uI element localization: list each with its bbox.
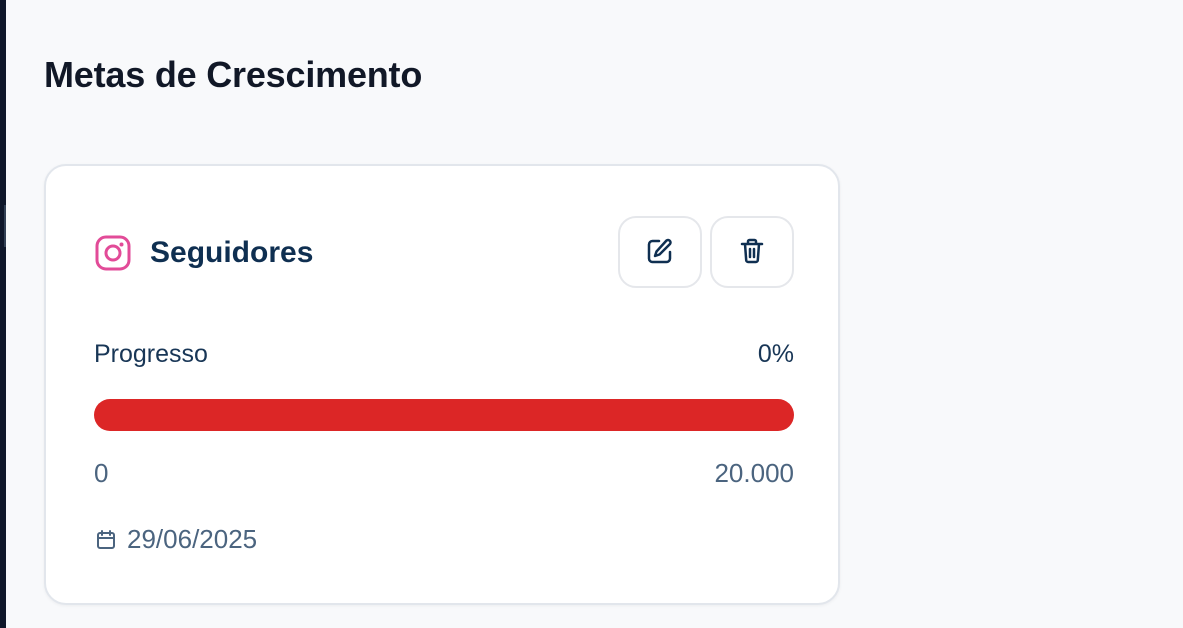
- progress-percent: 0%: [757, 340, 794, 368]
- range-target-value: 20.000: [714, 458, 794, 488]
- growth-goal-card: Seguidores Progresso 0% 0 20.000 29/06/2…: [44, 164, 840, 605]
- goal-date-row: 29/06/2025: [94, 524, 257, 555]
- page-title: Metas de Crescimento: [44, 54, 423, 95]
- edit-goal-button[interactable]: [618, 216, 702, 288]
- progress-label: Progresso: [94, 340, 208, 368]
- calendar-icon: [94, 528, 118, 552]
- range-start-value: 0: [94, 458, 109, 488]
- goal-actions: [618, 216, 794, 288]
- left-sidebar-edge: [0, 0, 6, 628]
- trash-icon: [737, 236, 767, 269]
- goal-platform: Seguidores: [94, 234, 313, 272]
- sidebar-edge-mark: [4, 205, 6, 247]
- goal-title: Seguidores: [150, 236, 314, 269]
- goal-range: 0 20.000: [94, 458, 794, 492]
- goal-date: 29/06/2025: [127, 524, 258, 554]
- instagram-icon: [94, 234, 132, 272]
- progress-summary: Progresso 0%: [94, 340, 794, 374]
- goal-card-header: Seguidores: [94, 216, 794, 288]
- delete-goal-button[interactable]: [710, 216, 794, 288]
- edit-icon: [645, 236, 675, 269]
- progress-bar: [94, 399, 794, 431]
